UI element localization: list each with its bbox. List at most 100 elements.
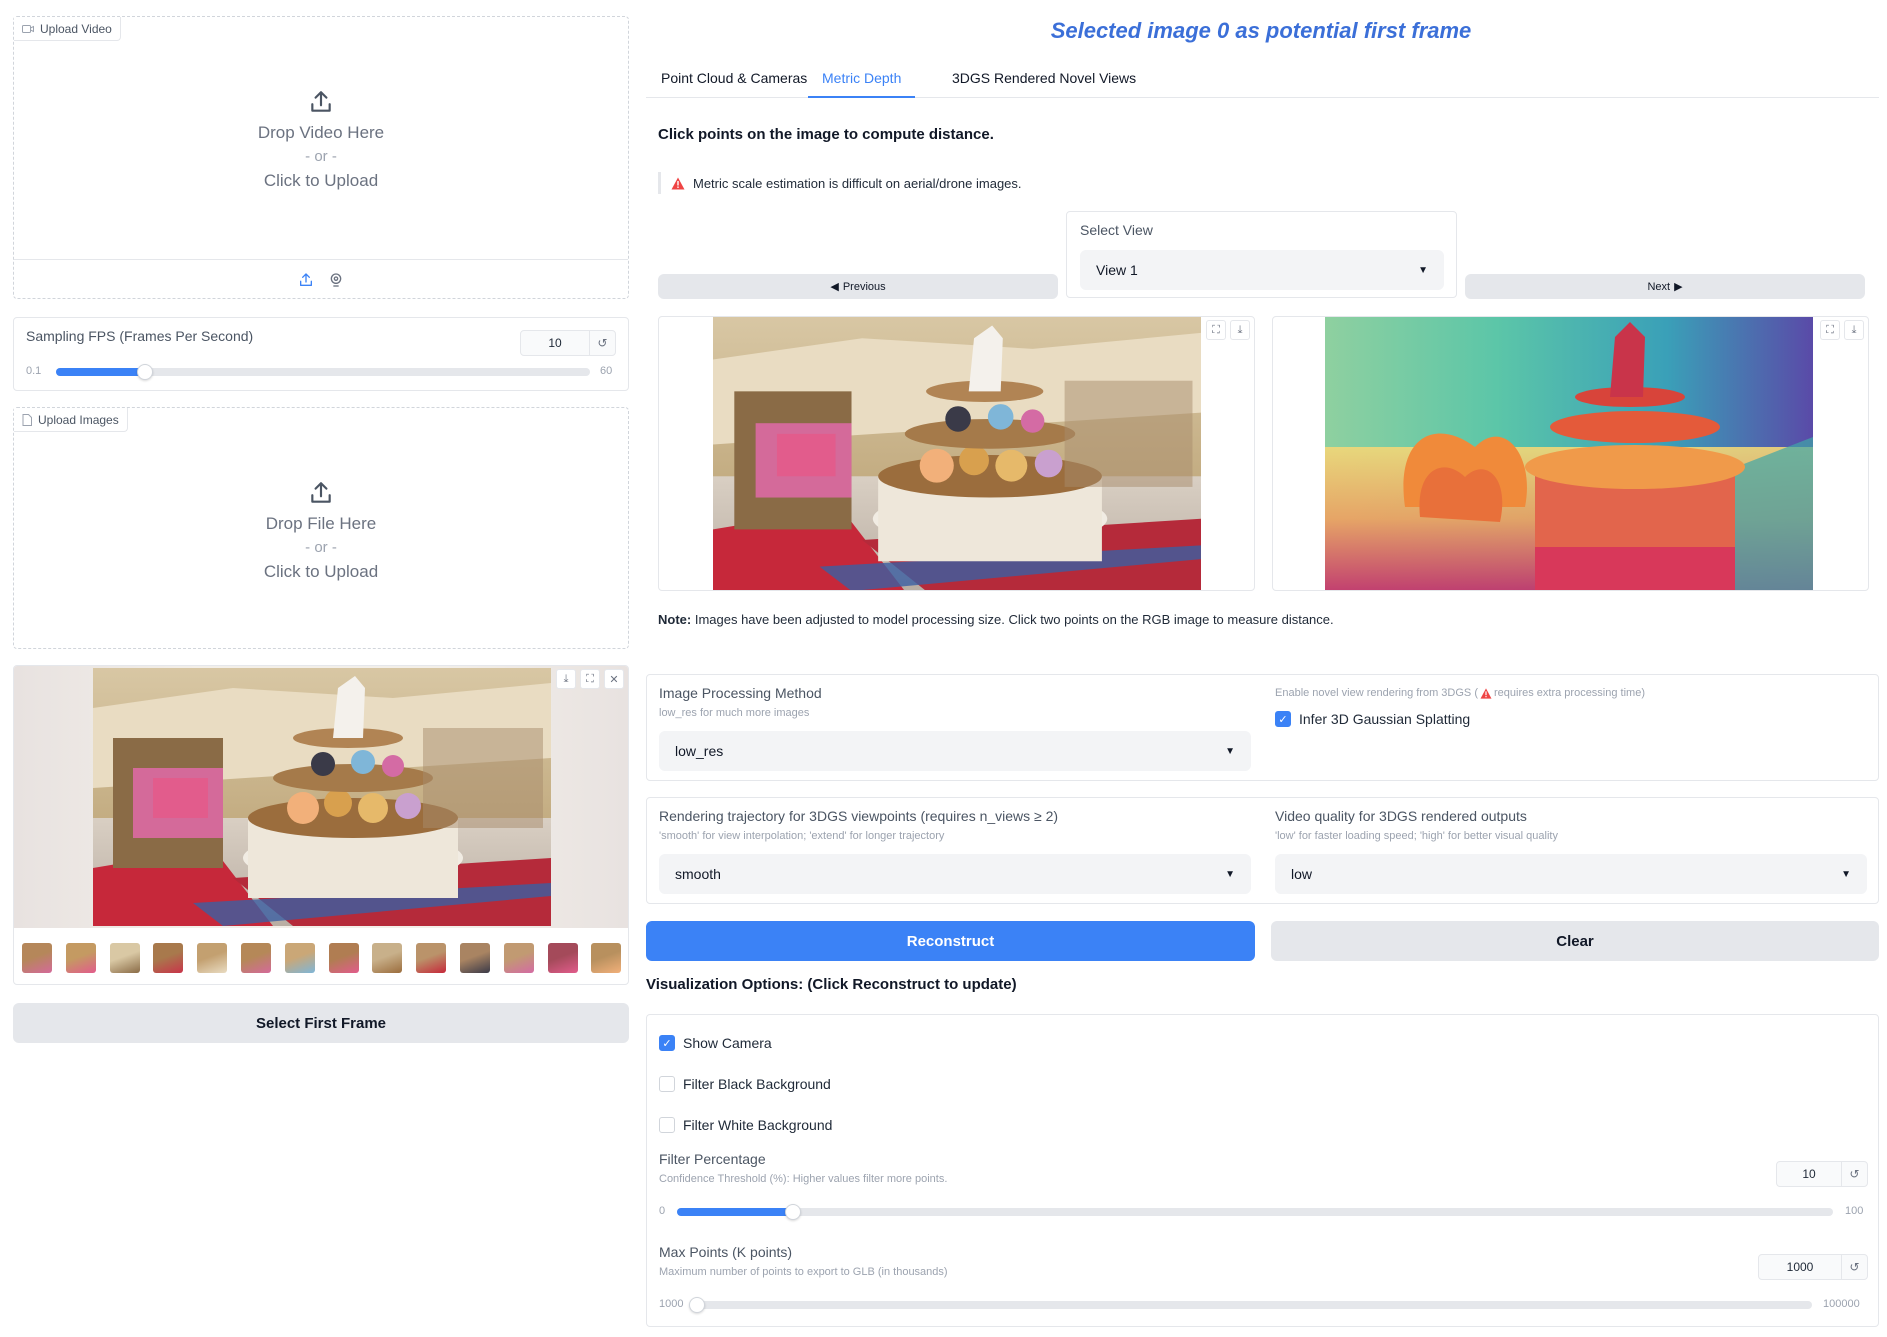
previous-button[interactable]: ◀ Previous	[658, 274, 1058, 299]
select-view-dropdown[interactable]: View 1 ▼	[1080, 250, 1444, 290]
filter-percentage-slider-thumb[interactable]	[784, 1204, 801, 1220]
sampling-fps-slider-thumb[interactable]	[136, 364, 153, 380]
gallery-thumbnail[interactable]	[153, 943, 184, 973]
next-button[interactable]: Next ▶	[1465, 274, 1865, 299]
fullscreen-icon[interactable]: ⛶	[580, 669, 600, 689]
warning-banner: Metric scale estimation is difficult on …	[658, 172, 1022, 194]
gallery-preview-image[interactable]	[93, 668, 551, 926]
max-points-min: 1000	[659, 1298, 684, 1310]
max-points-input[interactable]: 1000 ↺	[1758, 1254, 1868, 1280]
sampling-fps-input[interactable]: 10 ↺	[520, 330, 616, 356]
download-icon[interactable]: ⤓	[1844, 320, 1864, 340]
sampling-fps-min: 0.1	[26, 365, 42, 377]
quality-dropdown[interactable]: low ▼	[1275, 854, 1867, 894]
chevron-down-icon: ▼	[1225, 745, 1235, 757]
reset-icon[interactable]: ↺	[1841, 1255, 1867, 1279]
max-points-info: Maximum number of points to export to GL…	[659, 1266, 948, 1278]
filter-percentage-info: Confidence Threshold (%): Higher values …	[659, 1173, 948, 1185]
gaussian-splatting-label: Infer 3D Gaussian Splatting	[1299, 711, 1471, 727]
reconstruct-label: Reconstruct	[906, 932, 995, 950]
filter-white-label: Filter White Background	[683, 1117, 833, 1133]
upload-images-panel[interactable]: Upload Images Drop File Here - or - Clic…	[13, 407, 629, 649]
upload-images-dropzone[interactable]: Drop File Here - or - Click to Upload	[14, 480, 628, 584]
checkbox-checked[interactable]: ✓	[659, 1035, 675, 1051]
upload-video-tag: Upload Video	[14, 17, 121, 41]
tab-metric-depth[interactable]: Metric Depth	[808, 70, 916, 98]
select-first-frame-button[interactable]: Select First Frame	[13, 1003, 629, 1043]
upload-video-dropzone[interactable]: Drop Video Here - or - Click to Upload	[14, 89, 628, 193]
download-icon[interactable]: ⤓	[556, 669, 576, 689]
gallery-thumbnail[interactable]	[284, 943, 315, 973]
filter-percentage-slider[interactable]	[677, 1204, 1833, 1220]
file-icon	[22, 413, 32, 426]
download-icon[interactable]: ⤓	[1230, 320, 1250, 340]
rgb-image-toolbar: ⛶ ⤓	[1206, 320, 1250, 340]
warning-icon	[671, 177, 685, 189]
gallery-thumbnail[interactable]	[22, 943, 52, 973]
depth-image-toolbar: ⛶ ⤓	[1820, 320, 1864, 340]
checkbox-checked[interactable]: ✓	[1275, 711, 1291, 727]
gallery-thumbnail[interactable]	[328, 943, 359, 973]
filter-percentage-min: 0	[659, 1205, 666, 1217]
novel-view-info: Enable novel view rendering from 3DGS ( …	[1275, 687, 1645, 699]
sampling-fps-panel: Sampling FPS (Frames Per Second) 10 ↺ 0.…	[13, 317, 629, 391]
gallery-thumbnail[interactable]	[65, 943, 96, 973]
upload-icon	[311, 91, 331, 112]
webcam-icon[interactable]	[328, 272, 344, 288]
rgb-image[interactable]	[713, 317, 1201, 591]
upload-icon[interactable]	[298, 272, 314, 288]
page-title: Selected image 0 as potential first fram…	[1050, 18, 1472, 43]
novel-view-info-prefix: Enable novel view rendering from 3DGS (	[1275, 687, 1478, 699]
gallery-thumbnail[interactable]	[197, 943, 228, 973]
method-dropdown[interactable]: low_res ▼	[659, 731, 1251, 771]
chevron-down-icon: ▼	[1418, 264, 1428, 276]
gallery-thumbnail[interactable]	[109, 943, 140, 973]
depth-image[interactable]	[1325, 317, 1813, 591]
checkbox-unchecked[interactable]	[659, 1076, 675, 1092]
chevron-down-icon: ▼	[1841, 868, 1851, 880]
tab-3dgs-views[interactable]: 3DGS Rendered Novel Views	[952, 70, 1136, 86]
filter-black-checkbox[interactable]: Filter Black Background	[659, 1076, 831, 1092]
show-camera-checkbox[interactable]: ✓ Show Camera	[659, 1035, 772, 1051]
gallery-thumbnail[interactable]	[241, 943, 271, 973]
quality-label: Video quality for 3DGS rendered outputs	[1275, 808, 1527, 824]
upload-video-drop-text: Drop Video Here	[257, 123, 385, 142]
tab-point-cloud[interactable]: Point Cloud & Cameras	[661, 70, 807, 86]
gallery-thumbnail[interactable]	[503, 943, 534, 973]
rendering-options-panel: Rendering trajectory for 3DGS viewpoints…	[646, 797, 1879, 904]
measure-note-bold: Note:	[658, 612, 692, 627]
clear-button[interactable]: Clear	[1271, 921, 1879, 961]
gallery-thumbnail-strip	[18, 941, 626, 975]
upload-images-or-text: - or -	[305, 539, 337, 556]
gallery-thumbnail[interactable]	[460, 943, 490, 973]
upload-video-panel[interactable]: Upload Video Drop Video Here - or - Clic…	[13, 16, 629, 299]
reconstruct-button[interactable]: Reconstruct	[646, 921, 1255, 961]
reset-icon[interactable]: ↺	[589, 331, 615, 355]
trajectory-dropdown[interactable]: smooth ▼	[659, 854, 1251, 894]
close-icon[interactable]: ✕	[604, 669, 624, 689]
gallery-panel: ⤓ ⛶ ✕	[13, 665, 629, 985]
sampling-fps-label: Sampling FPS (Frames Per Second)	[26, 328, 254, 344]
gallery-thumbnail[interactable]	[416, 943, 447, 973]
gallery-thumbnail[interactable]	[591, 943, 622, 973]
max-points-slider-thumb[interactable]	[689, 1297, 705, 1313]
gallery-thumbnail[interactable]	[547, 943, 578, 973]
warning-icon	[1480, 687, 1492, 699]
max-points-slider[interactable]	[689, 1297, 1812, 1313]
tab-bar: Point Cloud & Cameras Metric Depth 3DGS …	[646, 66, 1879, 98]
filter-percentage-input[interactable]: 10 ↺	[1776, 1161, 1868, 1187]
gallery-thumbnail[interactable]	[372, 943, 403, 973]
fullscreen-icon[interactable]: ⛶	[1206, 320, 1226, 340]
sampling-fps-slider[interactable]	[56, 364, 590, 380]
checkbox-unchecked[interactable]	[659, 1117, 675, 1133]
show-camera-label: Show Camera	[683, 1035, 772, 1051]
method-info: low_res for much more images	[659, 707, 810, 719]
gaussian-splatting-checkbox[interactable]: ✓ Infer 3D Gaussian Splatting	[1275, 711, 1470, 727]
quality-value: low	[1291, 866, 1313, 882]
filter-white-checkbox[interactable]: Filter White Background	[659, 1117, 832, 1133]
reset-icon[interactable]: ↺	[1841, 1162, 1867, 1186]
upload-images-tag-label: Upload Images	[38, 412, 119, 427]
clear-label: Clear	[1556, 932, 1594, 950]
select-first-frame-label: Select First Frame	[255, 1014, 387, 1032]
fullscreen-icon[interactable]: ⛶	[1820, 320, 1840, 340]
